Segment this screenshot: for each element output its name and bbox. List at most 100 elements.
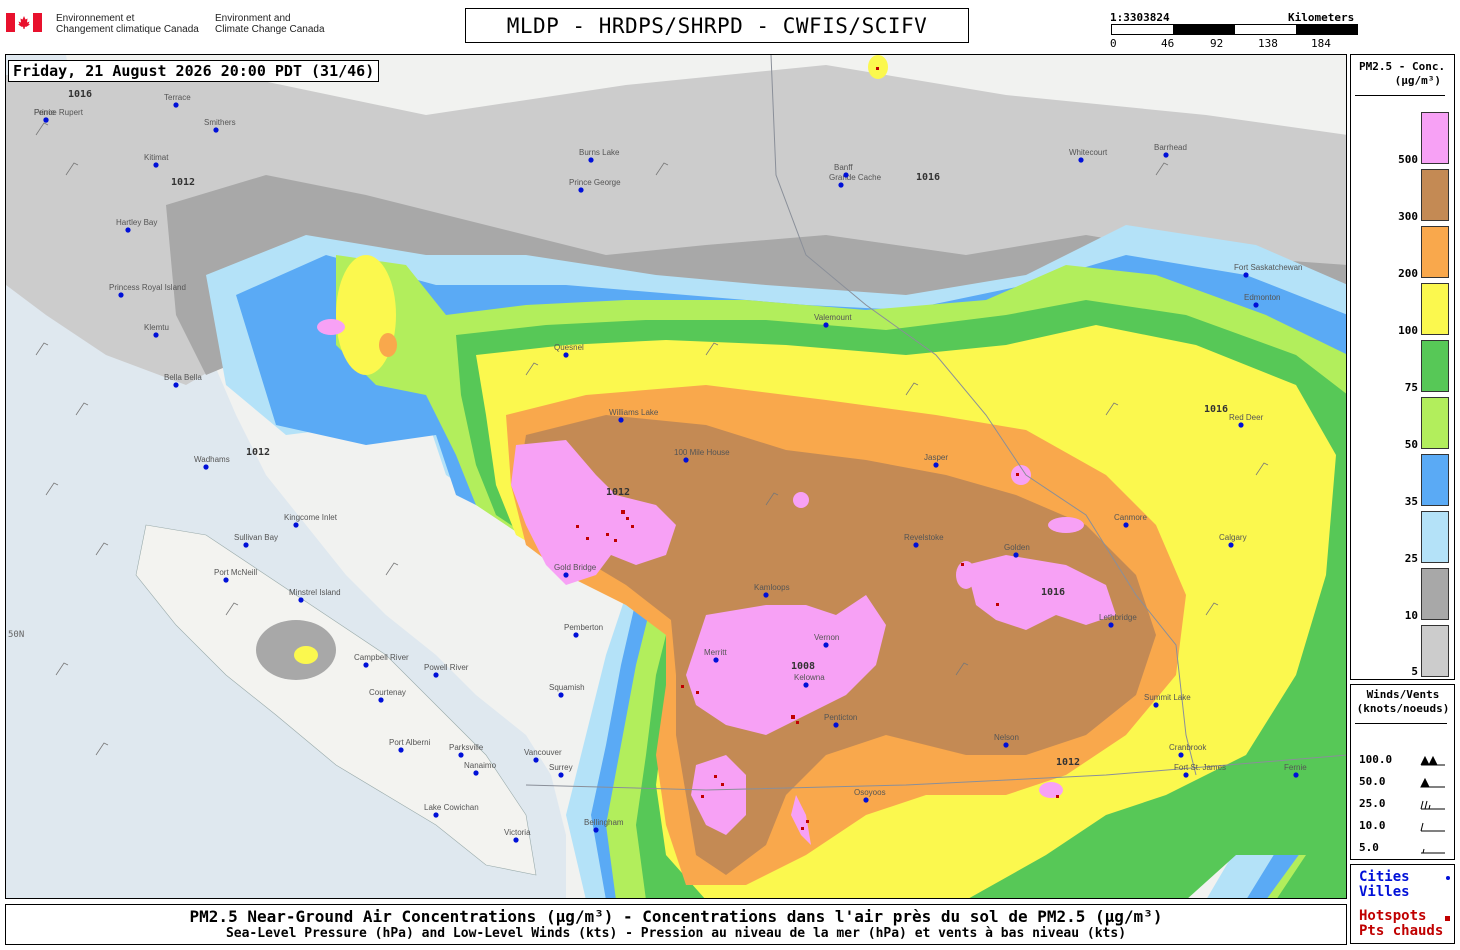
- city-dot[interactable]: [763, 592, 769, 598]
- scale-tick: 0: [1110, 37, 1117, 50]
- city-dot[interactable]: [433, 672, 439, 678]
- city-dot[interactable]: [803, 682, 809, 688]
- city-dot[interactable]: [533, 757, 539, 763]
- legend-swatch: [1421, 454, 1449, 506]
- city-dot[interactable]: [933, 462, 939, 468]
- city-dot[interactable]: [398, 747, 404, 753]
- legend-level-label: 100: [1398, 324, 1418, 337]
- city-dot[interactable]: [125, 227, 131, 233]
- agency-name-english: Environment and Climate Change Canada: [215, 13, 325, 35]
- legend-swatch: [1421, 283, 1449, 335]
- city-dot[interactable]: [563, 352, 569, 358]
- city-dot[interactable]: [1238, 422, 1244, 428]
- city-dot[interactable]: [578, 187, 584, 193]
- city-dot[interactable]: [203, 464, 209, 470]
- city-dot[interactable]: [213, 127, 219, 133]
- legend-swatch: [1421, 226, 1449, 278]
- isobar-label: 1016: [1041, 587, 1065, 598]
- city-dot[interactable]: [558, 772, 564, 778]
- city-dot[interactable]: [843, 172, 849, 178]
- city-dot[interactable]: [618, 417, 624, 423]
- city-dot[interactable]: [593, 827, 599, 833]
- city-dot[interactable]: [473, 770, 479, 776]
- city-label: 100 Mile House: [674, 448, 730, 457]
- city-dot[interactable]: [713, 657, 719, 663]
- city-dot[interactable]: [558, 692, 564, 698]
- city-dot[interactable]: [298, 597, 304, 603]
- city-dot[interactable]: [1183, 772, 1189, 778]
- city-dot[interactable]: [683, 457, 689, 463]
- city-dot[interactable]: [1153, 702, 1159, 708]
- city-dot[interactable]: [1293, 772, 1299, 778]
- city-label: Fort St. James: [1174, 763, 1226, 772]
- winds-legend-title: Winds/Vents (knots/noeuds): [1356, 688, 1450, 715]
- city-dot[interactable]: [863, 797, 869, 803]
- city-dot[interactable]: [833, 722, 839, 728]
- city-label: Barrhead: [1154, 143, 1187, 152]
- city-dot[interactable]: [913, 542, 919, 548]
- city-dot[interactable]: [43, 117, 49, 123]
- city-dot[interactable]: [588, 157, 594, 163]
- city-label: Wadhams: [194, 455, 230, 464]
- city-label: Princess Royal Island: [109, 283, 186, 292]
- map-key: Cities Villes Hotspots Pts chauds: [1350, 864, 1455, 944]
- city-label: Bellingham: [584, 818, 624, 827]
- city-dot[interactable]: [378, 697, 384, 703]
- city-dot[interactable]: [1178, 752, 1184, 758]
- city-label: Gold Bridge: [554, 563, 597, 572]
- city-dot[interactable]: [243, 542, 249, 548]
- agency-name-french: Environnement et Changement climatique Ca…: [56, 13, 199, 35]
- legend-level-label: 200: [1398, 267, 1418, 280]
- city-label: Banff: [834, 163, 853, 172]
- city-dot[interactable]: [173, 382, 179, 388]
- city-dot[interactable]: [153, 332, 159, 338]
- legend-swatch: [1421, 568, 1449, 620]
- city-label: Williams Lake: [609, 408, 659, 417]
- city-label: Prince George: [569, 178, 621, 187]
- city-dot[interactable]: [118, 292, 124, 298]
- city-label: Klemtu: [144, 323, 169, 332]
- city-label: Port McNeill: [214, 568, 257, 577]
- city-dot[interactable]: [1108, 622, 1114, 628]
- city-label: Squamish: [549, 683, 585, 692]
- wind-barb-icon: [1421, 848, 1445, 854]
- city-label: Vancouver: [524, 748, 562, 757]
- city-dot[interactable]: [363, 662, 369, 668]
- legend-swatch: [1421, 169, 1449, 221]
- city-dot[interactable]: [573, 632, 579, 638]
- legend-swatch: [1421, 112, 1449, 164]
- city-dot[interactable]: [433, 812, 439, 818]
- legend-divider: [1355, 95, 1445, 96]
- city-label: Cranbrook: [1169, 743, 1207, 752]
- latitude-label: 50N: [8, 630, 24, 640]
- city-label: Ferrie: [34, 108, 55, 117]
- city-dot[interactable]: [1078, 157, 1084, 163]
- city-dot[interactable]: [1253, 302, 1259, 308]
- city-label: Burns Lake: [579, 148, 620, 157]
- legend-swatch: [1421, 340, 1449, 392]
- city-dot[interactable]: [1123, 522, 1129, 528]
- city-dot[interactable]: [1003, 742, 1009, 748]
- city-label: Parksville: [449, 743, 484, 752]
- city-dot[interactable]: [513, 837, 519, 843]
- city-dot[interactable]: [173, 102, 179, 108]
- city-dot[interactable]: [223, 577, 229, 583]
- city-dot[interactable]: [838, 182, 844, 188]
- city-dot[interactable]: [1243, 272, 1249, 278]
- city-label: Golden: [1004, 543, 1030, 552]
- legend-level-label: 50: [1404, 438, 1418, 451]
- city-dot[interactable]: [823, 642, 829, 648]
- city-dot[interactable]: [293, 522, 299, 528]
- isobar-label: 1016: [1204, 404, 1228, 415]
- city-dot[interactable]: [1013, 552, 1019, 558]
- city-label: Edmonton: [1244, 293, 1280, 302]
- city-dot[interactable]: [1228, 542, 1234, 548]
- city-dot[interactable]: [153, 162, 159, 168]
- city-label: Minstrel Island: [289, 588, 341, 597]
- city-dot[interactable]: [1163, 152, 1169, 158]
- city-dot[interactable]: [823, 322, 829, 328]
- scale-tick: 138: [1258, 37, 1278, 50]
- city-dot[interactable]: [458, 752, 464, 758]
- smoke-map[interactable]: 1016 1012 1016 1012 1008 1016 1012 1016 …: [5, 54, 1347, 899]
- city-dot[interactable]: [563, 572, 569, 578]
